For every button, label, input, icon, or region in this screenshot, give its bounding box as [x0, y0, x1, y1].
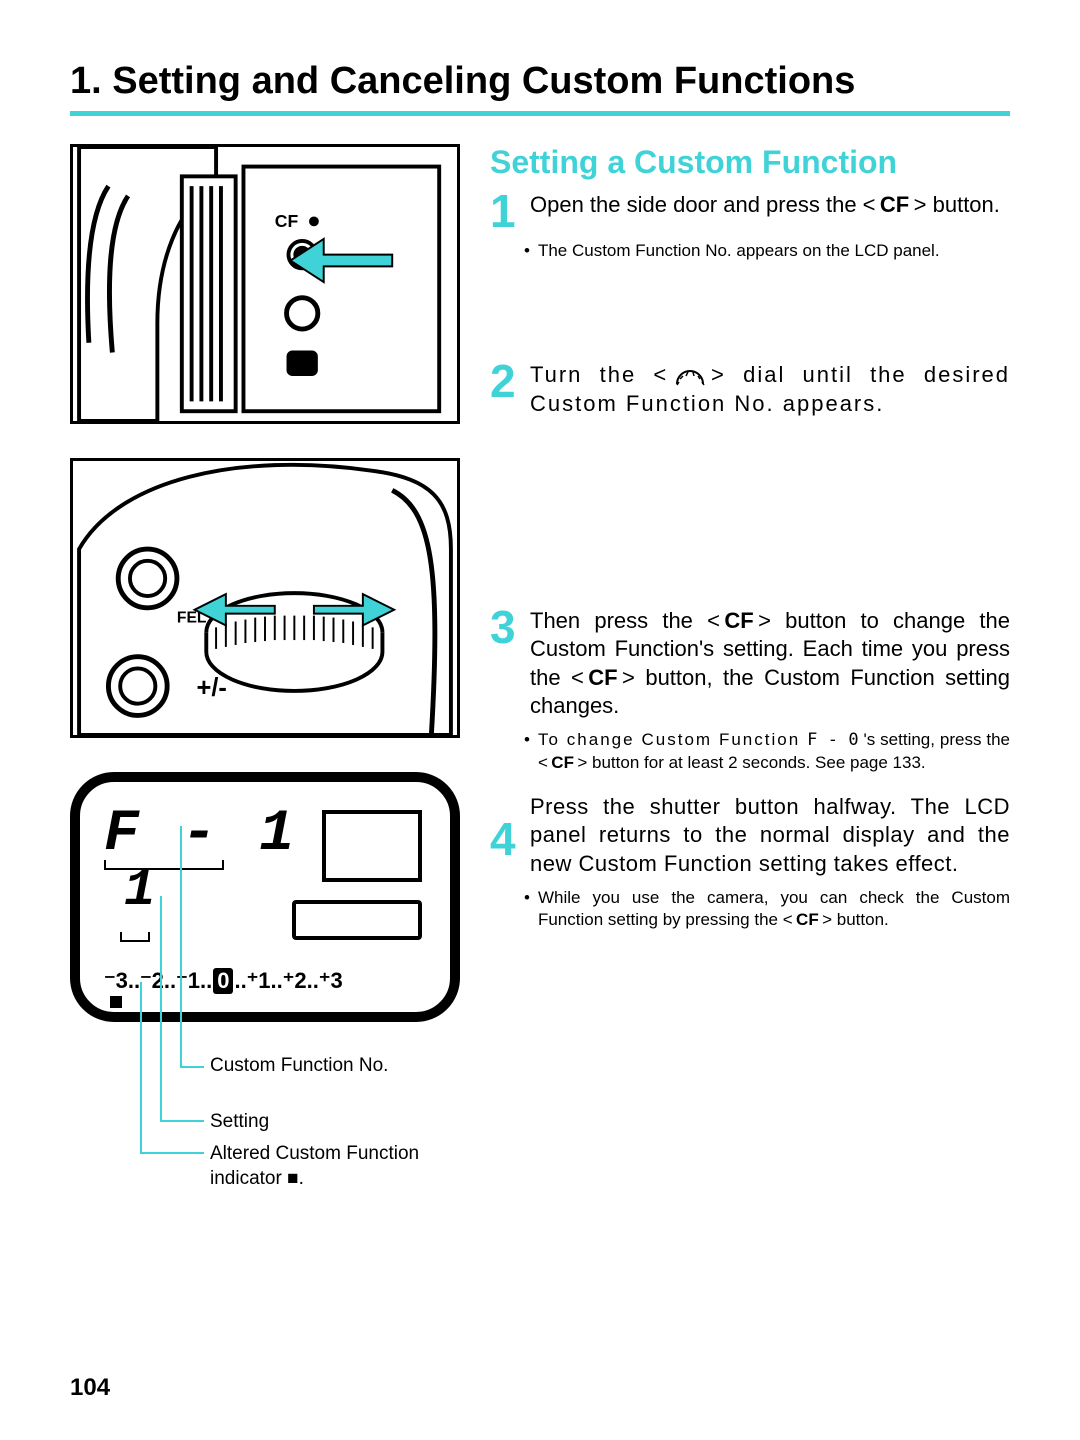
step-4: 4 Press the shutter button halfway. The … — [490, 793, 1010, 933]
step-bullet: • To change Custom Function F - 0 's set… — [524, 729, 1010, 775]
callout-indicator: Altered Custom Function indicator ■. — [210, 1142, 440, 1191]
callout-group: Custom Function No. Setting Altered Cust… — [70, 1046, 460, 1226]
leader-line — [160, 896, 162, 1120]
leader-line — [160, 1120, 204, 1122]
leader-line — [180, 826, 182, 1066]
leader-line — [140, 1152, 204, 1154]
svg-text:+/-: +/- — [197, 674, 227, 702]
title-rule — [70, 111, 1010, 116]
step-number: 3 — [490, 607, 522, 721]
step-text: Open the side door and press the < CF > … — [530, 191, 1010, 232]
leader-line — [140, 982, 142, 1152]
camera-side-illustration: CF — [73, 147, 457, 421]
svg-text:CF: CF — [275, 211, 299, 231]
right-column: Setting a Custom Function 1 Open the sid… — [490, 144, 1010, 1226]
step-2: 2 Turn the < > dial until the desired Cu… — [490, 361, 1010, 418]
figure-lcd-panel: F - 1 1 ⁻3..⁻2..⁻1..0..⁺1..⁺2..⁺3 — [70, 772, 460, 1022]
step-text: Turn the < > dial until the desired Cust… — [530, 361, 1010, 418]
left-column: CF FEL — [70, 144, 460, 1226]
leader-line — [180, 1066, 204, 1068]
step-bullet: • While you use the camera, you can chec… — [524, 887, 1010, 933]
figure-dial: FEL +/- — [70, 458, 460, 738]
dial-icon — [675, 368, 705, 386]
callout-cf-no: Custom Function No. — [210, 1054, 388, 1079]
step-number: 4 — [490, 819, 522, 879]
content-area: CF FEL — [70, 144, 1010, 1226]
section-subheading: Setting a Custom Function — [490, 144, 1010, 181]
page-title: 1. Setting and Canceling Custom Function… — [70, 60, 1010, 103]
lcd-box-icon — [322, 810, 422, 882]
step-number: 2 — [490, 361, 522, 418]
step-3: 3 Then press the < CF > button to change… — [490, 607, 1010, 775]
camera-top-illustration: FEL +/- — [73, 461, 457, 735]
step-text: Press the shutter button halfway. The LC… — [530, 793, 1010, 879]
bracket-icon — [104, 860, 224, 870]
lcd-box-icon — [292, 900, 422, 940]
figure-side-door: CF — [70, 144, 460, 424]
page-number: 104 — [70, 1374, 110, 1402]
callout-setting: Setting — [210, 1110, 269, 1135]
step-number: 1 — [490, 191, 522, 232]
step-text: Then press the < CF > button to change t… — [530, 607, 1010, 721]
indicator-square-icon — [110, 996, 122, 1008]
step-1: 1 Open the side door and press the < CF … — [490, 191, 1010, 263]
step-bullet: •The Custom Function No. appears on the … — [524, 240, 1010, 263]
bracket-icon — [120, 932, 150, 942]
